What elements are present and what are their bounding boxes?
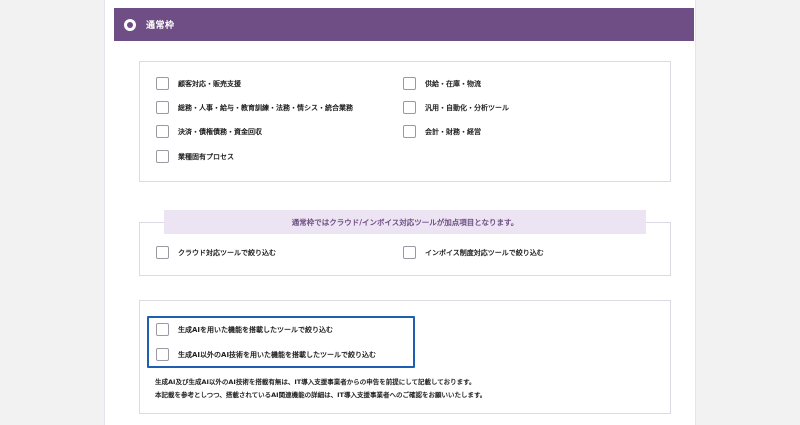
ai-filter-highlight	[147, 316, 415, 368]
filter-industry-specific[interactable]: 業種固有プロセス	[156, 150, 234, 163]
filter-general-affairs[interactable]: 総務・人事・給与・教育訓練・法務・情シス・統合業務	[156, 101, 353, 114]
filter-general-automation[interactable]: 汎用・自動化・分析ツール	[403, 101, 509, 114]
checkbox[interactable]	[156, 101, 169, 114]
filter-payment[interactable]: 決済・債権債務・資金回収	[156, 125, 262, 138]
checkbox[interactable]	[156, 246, 169, 259]
checkbox[interactable]	[403, 101, 416, 114]
checkbox[interactable]	[156, 77, 169, 90]
checkbox[interactable]	[403, 125, 416, 138]
filter-accounting[interactable]: 会計・財務・経営	[403, 125, 481, 138]
checkbox[interactable]	[156, 125, 169, 138]
filter-supply-inventory[interactable]: 供給・在庫・物流	[403, 77, 481, 90]
frame-header[interactable]: 通常枠	[114, 8, 694, 41]
filter-customer-sales[interactable]: 顧客対応・販売支援	[156, 77, 241, 90]
ai-note-line2: 本記載を参考としつつ、搭載されているAI関連機能の詳細は、IT導入支援事業者への…	[155, 391, 487, 399]
bonus-notice-text: 通常枠ではクラウド/インボイス対応ツールが加点項目となります。	[291, 217, 519, 227]
checkbox[interactable]	[156, 150, 169, 163]
frame-title: 通常枠	[146, 21, 175, 31]
bonus-notice: 通常枠ではクラウド/インボイス対応ツールが加点項目となります。	[164, 210, 646, 234]
filter-cloud[interactable]: クラウド対応ツールで絞り込む	[156, 246, 276, 259]
ai-note-line1: 生成AI及び生成AI以外のAI技術を搭載有無は、IT導入支援事業者からの申告を前…	[155, 378, 476, 386]
filter-invoice[interactable]: インボイス制度対応ツールで絞り込む	[403, 246, 544, 259]
radio-selected-icon[interactable]	[124, 18, 136, 31]
checkbox[interactable]	[403, 77, 416, 90]
checkbox[interactable]	[403, 246, 416, 259]
